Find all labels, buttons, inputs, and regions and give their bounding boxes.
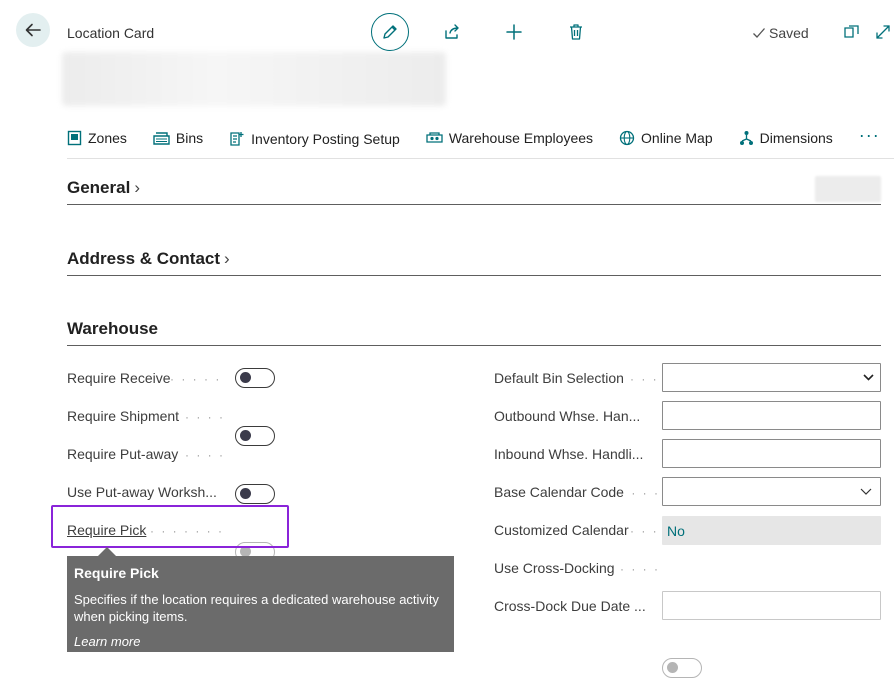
action-online-map[interactable]: Online Map bbox=[619, 121, 713, 146]
page-title-redacted bbox=[62, 52, 446, 106]
outbound-whse-handling-label: Outbound Whse. Han... bbox=[494, 408, 641, 424]
section-address-contact[interactable]: Address & Contact › bbox=[67, 249, 881, 276]
action-label: Online Map bbox=[641, 130, 713, 146]
outbound-whse-handling-input[interactable] bbox=[662, 401, 881, 430]
inventory-posting-setup-icon bbox=[230, 132, 244, 146]
default-bin-selection-label: Default Bin Selection bbox=[494, 370, 624, 386]
section-title: Warehouse bbox=[67, 319, 159, 338]
require-receive-label: Require Receive bbox=[67, 370, 171, 386]
base-calendar-code-label: Base Calendar Code bbox=[494, 484, 624, 500]
section-general[interactable]: General › bbox=[67, 178, 881, 205]
use-put-away-worksheet-label: Use Put-away Worksh... bbox=[67, 484, 217, 500]
dimensions-icon bbox=[739, 131, 753, 145]
field-tooltip: Require Pick Specifies if the location r… bbox=[67, 556, 454, 652]
action-warehouse-employees[interactable]: Warehouse Employees bbox=[426, 121, 593, 146]
action-bins[interactable]: Bins bbox=[153, 121, 203, 146]
chevron-down-icon bbox=[860, 488, 872, 495]
require-put-away-label: Require Put-away bbox=[67, 446, 179, 462]
base-calendar-code-select[interactable] bbox=[662, 477, 881, 506]
new-button[interactable] bbox=[503, 21, 525, 43]
use-cross-docking-label: Use Cross-Docking bbox=[494, 560, 615, 576]
action-label: Zones bbox=[88, 130, 127, 146]
zones-icon bbox=[67, 130, 82, 146]
action-zones[interactable]: Zones bbox=[67, 121, 127, 146]
tooltip-arrow bbox=[98, 547, 116, 556]
bins-icon bbox=[153, 132, 170, 145]
require-shipment-label: Require Shipment bbox=[67, 408, 180, 424]
section-title: Address & Contact bbox=[67, 249, 221, 268]
delete-button[interactable] bbox=[565, 21, 587, 43]
field-dots: · · · · · · bbox=[185, 448, 229, 462]
cross-dock-due-date-label: Cross-Dock Due Date ... bbox=[494, 598, 646, 614]
require-shipment-toggle[interactable] bbox=[235, 426, 275, 446]
cross-dock-due-date-input bbox=[662, 591, 881, 620]
chevron-down-icon bbox=[863, 374, 874, 381]
action-bar: Zones Bins Inventory Posting Setup Wareh… bbox=[67, 121, 894, 159]
pencil-icon bbox=[383, 25, 397, 39]
check-icon bbox=[753, 28, 765, 38]
chevron-right-icon: › bbox=[224, 249, 230, 268]
edit-button[interactable] bbox=[371, 13, 409, 51]
field-dots: · · · · · bbox=[620, 562, 658, 576]
more-actions-button[interactable]: ··· bbox=[859, 121, 880, 146]
learn-more-link[interactable]: Learn more bbox=[74, 634, 447, 649]
chevron-right-icon: › bbox=[134, 178, 140, 197]
action-label: Dimensions bbox=[759, 130, 833, 146]
field-dots: · · · · · · · · bbox=[170, 372, 228, 386]
open-in-new-window-icon bbox=[844, 25, 859, 38]
saved-status: Saved bbox=[752, 25, 809, 41]
action-label: Inventory Posting Setup bbox=[251, 130, 400, 147]
saved-label: Saved bbox=[769, 25, 809, 41]
action-dimensions[interactable]: Dimensions bbox=[739, 121, 833, 146]
tooltip-text: Specifies if the location requires a ded… bbox=[74, 592, 439, 624]
require-receive-toggle[interactable] bbox=[235, 368, 275, 388]
field-dots: · · · · bbox=[630, 372, 658, 386]
warehouse-employees-icon bbox=[426, 132, 443, 143]
inbound-whse-handling-label: Inbound Whse. Handli... bbox=[494, 446, 644, 462]
field-dots: · · · · · bbox=[620, 486, 658, 500]
field-dots: · · · · bbox=[630, 524, 658, 538]
field-dots: · · · · · · bbox=[185, 410, 229, 424]
inbound-whse-handling-input[interactable] bbox=[662, 439, 881, 468]
action-label: Bins bbox=[175, 130, 204, 146]
share-button[interactable] bbox=[441, 21, 463, 43]
plus-icon bbox=[506, 24, 522, 40]
arrow-left-icon bbox=[25, 23, 41, 37]
breadcrumb: Location Card bbox=[67, 25, 155, 41]
default-bin-selection-select[interactable] bbox=[662, 363, 881, 392]
back-button[interactable] bbox=[16, 13, 50, 47]
general-summary-badge bbox=[815, 176, 881, 202]
require-pick-focus-outline bbox=[51, 505, 289, 548]
action-label: Warehouse Employees bbox=[448, 130, 594, 146]
expand-icon bbox=[876, 25, 890, 39]
open-new-window-button[interactable] bbox=[840, 21, 862, 43]
trash-icon bbox=[570, 24, 582, 40]
use-cross-docking-toggle bbox=[662, 658, 702, 678]
customized-calendar-value[interactable]: No bbox=[662, 516, 881, 545]
section-title: General bbox=[67, 178, 131, 197]
action-inventory-posting-setup[interactable]: Inventory Posting Setup bbox=[229, 121, 400, 147]
expand-button[interactable] bbox=[872, 21, 894, 43]
tooltip-title: Require Pick bbox=[74, 565, 159, 581]
section-warehouse[interactable]: Warehouse bbox=[67, 319, 881, 346]
share-icon bbox=[445, 24, 459, 39]
customized-calendar-label: Customized Calendar bbox=[494, 522, 629, 538]
globe-icon bbox=[619, 130, 635, 146]
require-put-away-toggle[interactable] bbox=[235, 484, 275, 504]
customized-calendar-text: No bbox=[667, 522, 685, 539]
